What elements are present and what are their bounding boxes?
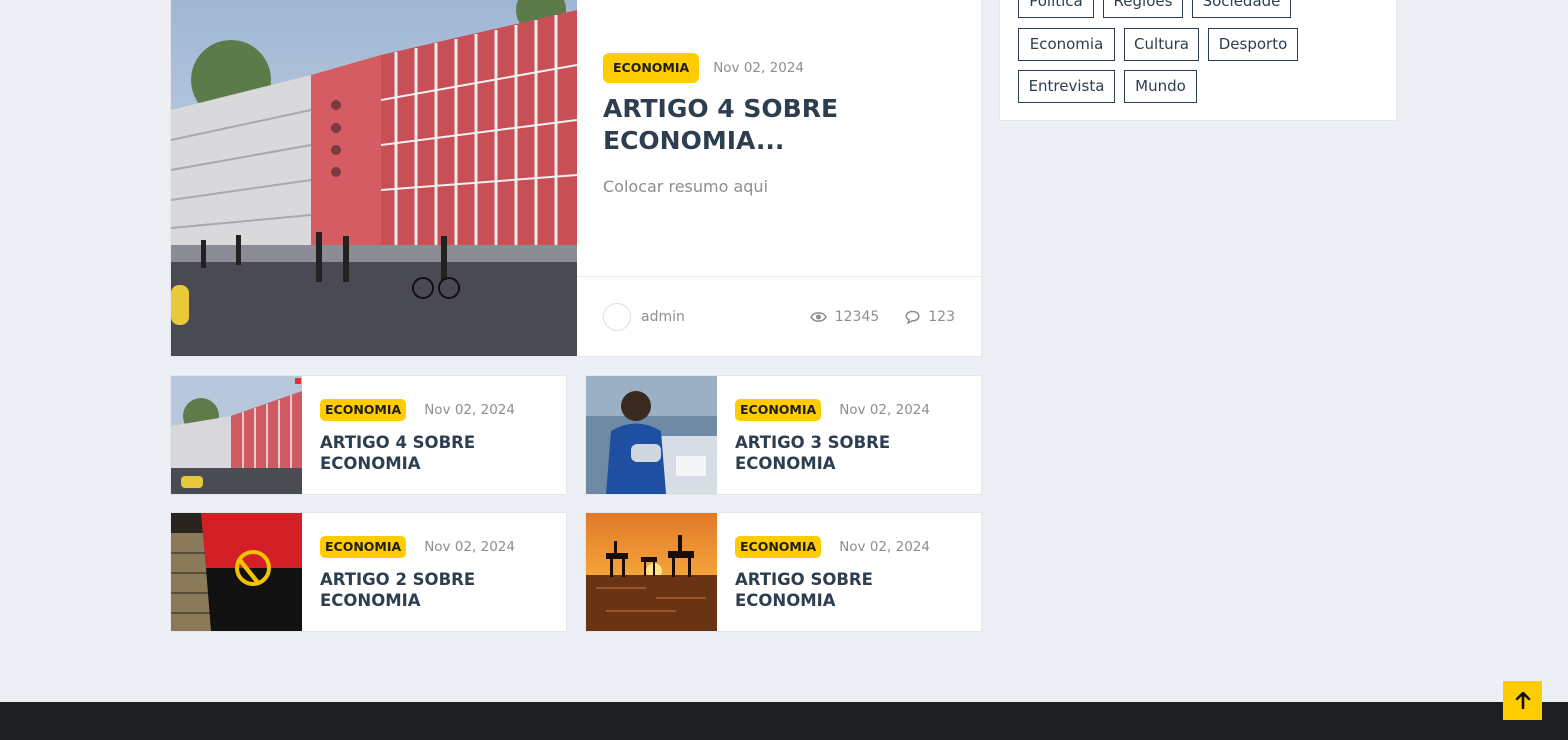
tag-politica[interactable]: Política [1018, 0, 1094, 18]
author-name[interactable]: admin [641, 309, 685, 325]
site-footer [0, 702, 1568, 740]
article-stats: 12345 123 [809, 308, 955, 325]
tag-sociedade[interactable]: Sociedade [1192, 0, 1291, 18]
featured-article-title[interactable]: ARTIGO 4 SOBRE ECONOMIA... [603, 93, 933, 157]
featured-article-summary: Colocar resumo aqui [603, 177, 769, 196]
category-badge[interactable]: ECONOMIA [320, 399, 407, 421]
featured-article-image[interactable] [171, 0, 577, 356]
featured-article-footer: admin 12345 123 [577, 276, 981, 356]
article-card[interactable]: ECONOMIA Nov 02, 2024 ARTIGO 4 SOBRE ECO… [170, 375, 567, 495]
article-card[interactable]: ECONOMIA Nov 02, 2024 ARTIGO SOBRE ECONO… [585, 512, 982, 632]
article-date: Nov 02, 2024 [839, 402, 930, 418]
tag-economia[interactable]: Economia [1018, 28, 1115, 61]
article-body: ECONOMIA Nov 02, 2024 ARTIGO 2 SOBRE ECO… [302, 513, 566, 631]
article-body: ECONOMIA Nov 02, 2024 ARTIGO 3 SOBRE ECO… [717, 376, 981, 494]
article-meta: ECONOMIA Nov 02, 2024 [320, 399, 515, 421]
article-meta: ECONOMIA Nov 02, 2024 [735, 536, 930, 558]
category-badge[interactable]: ECONOMIA [320, 536, 407, 558]
featured-article-card[interactable]: ECONOMIA Nov 02, 2024 ARTIGO 4 SOBRE ECO… [170, 0, 982, 357]
article-meta: ECONOMIA Nov 02, 2024 [735, 399, 930, 421]
article-image[interactable] [171, 376, 302, 494]
comment-icon [905, 310, 920, 324]
eye-icon [809, 311, 827, 323]
article-card[interactable]: ECONOMIA Nov 02, 2024 ARTIGO 3 SOBRE ECO… [585, 375, 982, 495]
article-image[interactable] [586, 513, 717, 631]
article-title[interactable]: ARTIGO 3 SOBRE ECONOMIA [735, 432, 955, 474]
article-body: ECONOMIA Nov 02, 2024 ARTIGO 4 SOBRE ECO… [302, 376, 566, 494]
avatar[interactable] [603, 302, 631, 331]
featured-article-body: ECONOMIA Nov 02, 2024 ARTIGO 4 SOBRE ECO… [577, 0, 981, 356]
featured-article-meta: ECONOMIA Nov 02, 2024 [603, 53, 804, 83]
tag-entrevista[interactable]: Entrevista [1018, 70, 1115, 103]
views-count: 12345 [834, 308, 880, 325]
category-badge[interactable]: ECONOMIA [735, 536, 822, 558]
arrow-up-icon [1515, 692, 1531, 709]
article-date: Nov 02, 2024 [713, 60, 804, 76]
article-image[interactable] [586, 376, 717, 494]
tags-widget: Política Regiões Sociedade Economia Cult… [999, 0, 1397, 121]
back-to-top-button[interactable] [1503, 681, 1542, 720]
tag-mundo[interactable]: Mundo [1124, 70, 1197, 103]
tag-cultura[interactable]: Cultura [1124, 28, 1199, 61]
article-meta: ECONOMIA Nov 02, 2024 [320, 536, 515, 558]
article-date: Nov 02, 2024 [424, 402, 515, 418]
category-badge[interactable]: ECONOMIA [603, 53, 700, 83]
article-image[interactable] [171, 513, 302, 631]
tag-regioes[interactable]: Regiões [1103, 0, 1183, 18]
article-date: Nov 02, 2024 [839, 539, 930, 555]
tag-desporto[interactable]: Desporto [1208, 28, 1298, 61]
category-badge[interactable]: ECONOMIA [735, 399, 822, 421]
article-title[interactable]: ARTIGO 2 SOBRE ECONOMIA [320, 569, 540, 611]
comments-count: 123 [928, 308, 955, 325]
article-body: ECONOMIA Nov 02, 2024 ARTIGO SOBRE ECONO… [717, 513, 981, 631]
article-title[interactable]: ARTIGO 4 SOBRE ECONOMIA [320, 432, 540, 474]
article-title[interactable]: ARTIGO SOBRE ECONOMIA [735, 569, 955, 611]
article-date: Nov 02, 2024 [424, 539, 515, 555]
article-card[interactable]: ECONOMIA Nov 02, 2024 ARTIGO 2 SOBRE ECO… [170, 512, 567, 632]
